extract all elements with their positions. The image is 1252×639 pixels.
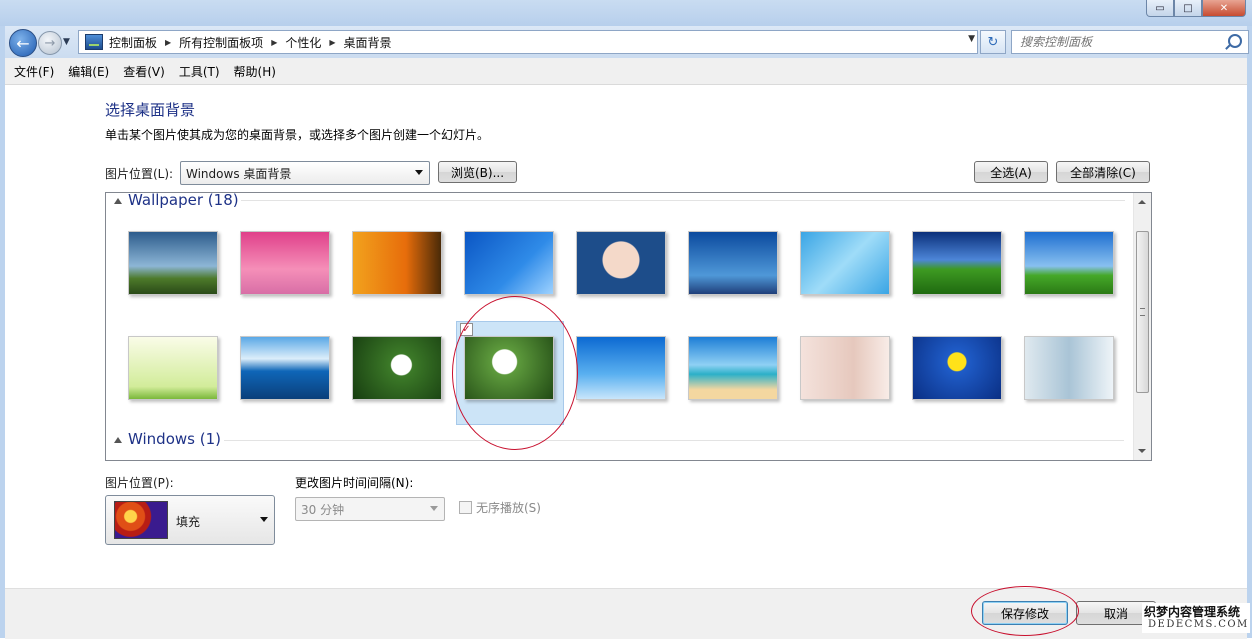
- window-controls: ▭ □ ✕: [1146, 0, 1246, 17]
- close-button[interactable]: ✕: [1202, 0, 1246, 17]
- menu-bar: 文件(F) 编辑(E) 查看(V) 工具(T) 帮助(H): [5, 58, 1247, 85]
- group-label: Wallpaper (18): [128, 192, 239, 209]
- clear-all-button[interactable]: 全部清除(C): [1056, 161, 1150, 183]
- menu-file[interactable]: 文件(F): [5, 63, 61, 80]
- chevron-right-icon[interactable]: ▶: [329, 38, 335, 47]
- wallpaper-thumbnail-green-grass[interactable]: [1024, 231, 1114, 295]
- picture-position-select[interactable]: 填充: [105, 495, 275, 545]
- shuffle-checkbox[interactable]: 无序播放(S): [459, 499, 541, 516]
- search-icon[interactable]: [1228, 34, 1242, 48]
- forward-arrow-icon: →: [44, 35, 56, 51]
- wallpaper-thumbnail-tropical-beach[interactable]: [688, 336, 778, 400]
- picture-location-value: Windows 桌面背景: [186, 166, 292, 181]
- breadcrumb: 控制面板 ▶ 所有控制面板项 ▶ 个性化 ▶ 桌面背景: [109, 34, 392, 51]
- group-label: Windows (1): [128, 430, 221, 448]
- picture-position-label: 图片位置(P):: [105, 476, 174, 490]
- wallpaper-thumbnail-pink-palm-sunset[interactable]: [240, 231, 330, 295]
- maximize-button[interactable]: □: [1174, 0, 1202, 17]
- back-button[interactable]: ←: [9, 29, 37, 57]
- wallpaper-thumbnail-blue-sky-tree[interactable]: [688, 231, 778, 295]
- collapse-arrow-icon[interactable]: [114, 197, 122, 204]
- picture-location-select[interactable]: Windows 桌面背景: [180, 161, 430, 185]
- breadcrumb-control-panel[interactable]: 控制面板: [109, 34, 157, 51]
- picture-location-label: 图片位置(L):: [105, 167, 174, 181]
- group-header-windows[interactable]: Windows (1): [114, 430, 221, 448]
- checkbox-icon[interactable]: [459, 501, 472, 514]
- collapse-arrow-icon[interactable]: [114, 436, 122, 443]
- wallpaper-thumbnail-woman-legs[interactable]: [800, 336, 890, 400]
- annotation-circle: [452, 296, 578, 450]
- interval-label: 更改图片时间间隔(N):: [295, 476, 414, 490]
- control-panel-icon: [85, 34, 103, 50]
- wallpaper-thumbnail-white-flowers[interactable]: [352, 336, 442, 400]
- interval-select[interactable]: 30 分钟: [295, 497, 445, 521]
- search-field[interactable]: [1011, 30, 1249, 54]
- breadcrumb-personalization[interactable]: 个性化: [285, 34, 321, 51]
- scrollbar-thumb[interactable]: [1136, 231, 1149, 393]
- window-titlebar: ▭ □ ✕: [0, 0, 1252, 26]
- watermark-url: DEDECMS.COM: [1148, 619, 1249, 630]
- fill-preview-image: [114, 501, 168, 539]
- group-divider: [241, 200, 1125, 201]
- wallpaper-thumbnail-dandelion[interactable]: [912, 336, 1002, 400]
- scroll-up-icon[interactable]: [1138, 200, 1146, 204]
- breadcrumb-desktop-background[interactable]: 桌面背景: [344, 34, 392, 51]
- main-content: 选择桌面背景 单击某个图片使其成为您的桌面背景，或选择多个图片创建一个幻灯片。 …: [5, 85, 1247, 588]
- address-field[interactable]: 控制面板 ▶ 所有控制面板项 ▶ 个性化 ▶ 桌面背景 ▼: [78, 30, 978, 54]
- chevron-down-icon: [260, 517, 268, 522]
- wallpaper-gallery[interactable]: Wallpaper (18) ✓ Windows (1): [105, 192, 1152, 461]
- grip-icon: [1140, 308, 1145, 316]
- menu-help[interactable]: 帮助(H): [227, 63, 283, 80]
- breadcrumb-all-items[interactable]: 所有控制面板项: [179, 34, 263, 51]
- browse-button[interactable]: 浏览(B)...: [438, 161, 517, 183]
- annotation-circle: [971, 586, 1079, 636]
- menu-edit[interactable]: 编辑(E): [61, 63, 116, 80]
- shuffle-label: 无序播放(S): [476, 501, 541, 515]
- wallpaper-thumbnail-winter-girl[interactable]: [1024, 336, 1114, 400]
- forward-button[interactable]: →: [38, 31, 62, 55]
- window-border-right: [1247, 26, 1252, 638]
- watermark-text: 织梦内容管理系统: [1144, 605, 1241, 619]
- refresh-icon: ↻: [987, 34, 999, 50]
- menu-tools[interactable]: 工具(T): [172, 63, 227, 80]
- chevron-right-icon[interactable]: ▶: [165, 38, 171, 47]
- wallpaper-thumbnail-cartoon-heart[interactable]: [576, 231, 666, 295]
- wallpaper-thumbnail-blue-squares[interactable]: [800, 231, 890, 295]
- wallpaper-thumbnail-ocean-bottle[interactable]: [240, 336, 330, 400]
- footer-bar: 保存修改 取消: [5, 586, 1247, 639]
- wallpaper-thumbnail-orange-bird-silhouette[interactable]: [352, 231, 442, 295]
- interval-value: 30 分钟: [301, 503, 345, 517]
- chevron-right-icon[interactable]: ▶: [271, 38, 277, 47]
- address-dropdown-icon[interactable]: ▼: [968, 34, 975, 44]
- address-bar: ← → ▼ 控制面板 ▶ 所有控制面板项 ▶ 个性化 ▶ 桌面背景 ▼ ↻: [5, 26, 1249, 58]
- group-header-wallpaper[interactable]: Wallpaper (18): [114, 192, 239, 209]
- wallpaper-thumbnail-blue-swirl[interactable]: [464, 231, 554, 295]
- wallpaper-thumbnail-green-field[interactable]: [912, 231, 1002, 295]
- scroll-down-icon[interactable]: [1138, 449, 1146, 453]
- wallpaper-thumbnail-tree-on-hill[interactable]: [128, 231, 218, 295]
- wallpaper-thumbnail-wind-turbine[interactable]: [576, 336, 666, 400]
- chevron-down-icon: [430, 506, 438, 511]
- group-divider: [224, 440, 1124, 441]
- minimize-button[interactable]: ▭: [1146, 0, 1174, 17]
- gallery-scrollbar[interactable]: [1133, 193, 1151, 460]
- search-input[interactable]: [1018, 32, 1227, 52]
- chevron-down-icon: [415, 170, 423, 175]
- recent-pages-dropdown[interactable]: ▼: [63, 37, 70, 47]
- watermark-logo: 织梦内容管理系统 DEDECMS.COM: [1142, 603, 1250, 633]
- wallpaper-thumbnail-green-hearts[interactable]: [128, 336, 218, 400]
- menu-view[interactable]: 查看(V): [116, 63, 172, 80]
- page-title: 选择桌面背景: [105, 101, 196, 119]
- refresh-button[interactable]: ↻: [980, 30, 1006, 54]
- back-arrow-icon: ←: [16, 33, 30, 53]
- select-all-button[interactable]: 全选(A): [974, 161, 1048, 183]
- picture-position-value: 填充: [176, 515, 201, 529]
- page-description: 单击某个图片使其成为您的桌面背景，或选择多个图片创建一个幻灯片。: [105, 128, 490, 142]
